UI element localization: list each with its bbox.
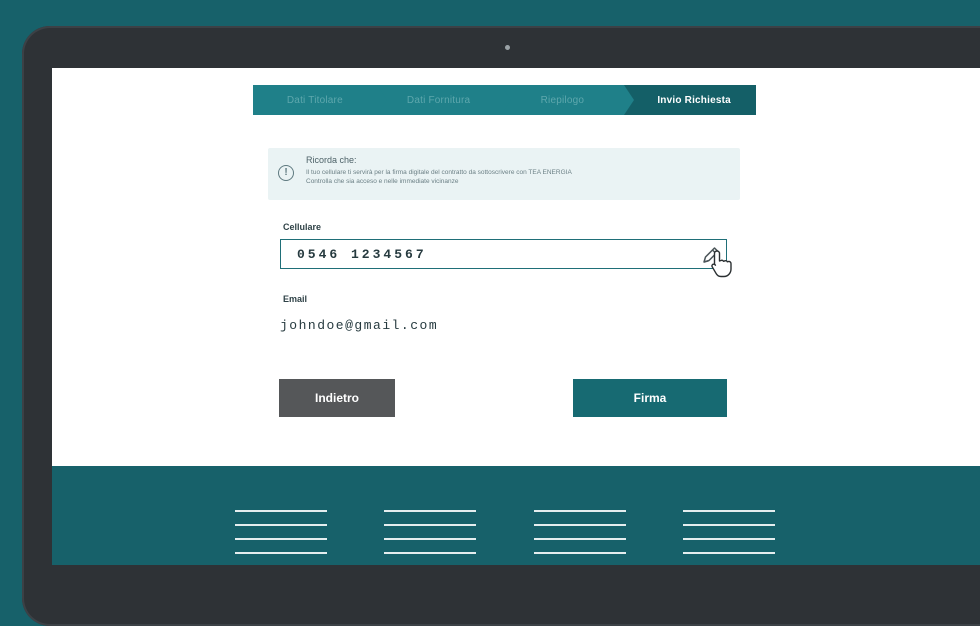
footer-line [534, 552, 626, 554]
footer-line [384, 552, 476, 554]
step-label: Dati Titolare [286, 94, 343, 106]
step-label: Riepilogo [540, 94, 585, 106]
footer-line [235, 552, 327, 554]
footer-line [683, 524, 775, 526]
info-text-line: Il tuo cellulare ti servirà per la firma… [306, 169, 572, 176]
info-title: Ricorda che: [306, 155, 357, 165]
footer-line [235, 538, 327, 540]
step-invio-richiesta[interactable]: Invio Richiesta [624, 85, 756, 115]
footer-line [384, 510, 476, 512]
footer-line [235, 510, 327, 512]
phone-field[interactable]: 0546 1234567 [280, 239, 727, 269]
step-label: Invio Richiesta [657, 94, 731, 106]
screen: Dati Titolare Dati Fornitura Riepilogo I… [52, 68, 980, 565]
step-dati-fornitura[interactable]: Dati Fornitura [376, 85, 511, 115]
footer-line [534, 510, 626, 512]
footer-line [384, 524, 476, 526]
camera-dot [505, 45, 510, 50]
step-dati-titolare[interactable]: Dati Titolare [253, 85, 387, 115]
footer-column [683, 510, 775, 565]
sign-button[interactable]: Firma [573, 379, 727, 417]
info-text-line: Controlla che sia acceso e nelle immedia… [306, 178, 459, 185]
footer-line [683, 510, 775, 512]
footer-column [534, 510, 626, 565]
back-button[interactable]: Indietro [279, 379, 395, 417]
footer-line [534, 524, 626, 526]
progress-stepper: Dati Titolare Dati Fornitura Riepilogo I… [253, 85, 756, 115]
step-label: Dati Fornitura [406, 94, 471, 106]
phone-label: Cellulare [283, 222, 322, 232]
hand-cursor-icon [711, 250, 732, 278]
footer-line [683, 538, 775, 540]
info-circle-icon: ! [278, 165, 294, 181]
email-value: johndoe@gmail.com [280, 318, 439, 333]
step-riepilogo[interactable]: Riepilogo [500, 85, 634, 115]
footer-column [384, 510, 476, 565]
phone-value: 0546 1234567 [297, 247, 427, 262]
footer-column [235, 510, 327, 565]
email-label: Email [283, 294, 308, 304]
footer-line [235, 524, 327, 526]
footer-line [683, 552, 775, 554]
footer-line [384, 538, 476, 540]
footer [52, 466, 980, 565]
footer-line [534, 538, 626, 540]
info-banner: ! Ricorda che: Il tuo cellulare ti servi… [268, 148, 740, 200]
